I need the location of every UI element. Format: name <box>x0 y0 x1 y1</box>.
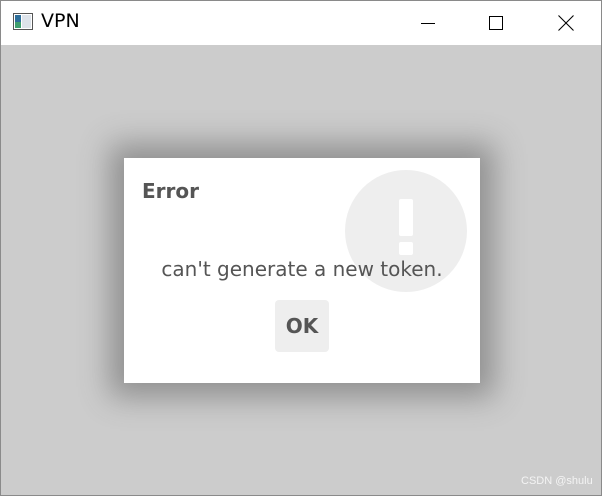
maximize-icon <box>489 16 503 30</box>
dialog-title: Error <box>142 179 199 203</box>
dialog-message: can't generate a new token. <box>161 257 443 281</box>
title-bar[interactable]: VPN <box>1 1 601 45</box>
app-icon <box>13 13 33 30</box>
ok-button[interactable]: OK <box>275 300 329 352</box>
minimize-button[interactable] <box>393 1 463 45</box>
close-button[interactable] <box>531 1 601 45</box>
app-window: VPN Error can't generate a new token. OK… <box>0 0 602 496</box>
window-title: VPN <box>41 10 80 32</box>
error-dialog: Error can't generate a new token. OK <box>124 158 480 383</box>
minimize-icon <box>421 23 435 24</box>
close-icon <box>558 15 574 31</box>
maximize-button[interactable] <box>461 1 531 45</box>
watermark: CSDN @shulu <box>521 475 593 487</box>
